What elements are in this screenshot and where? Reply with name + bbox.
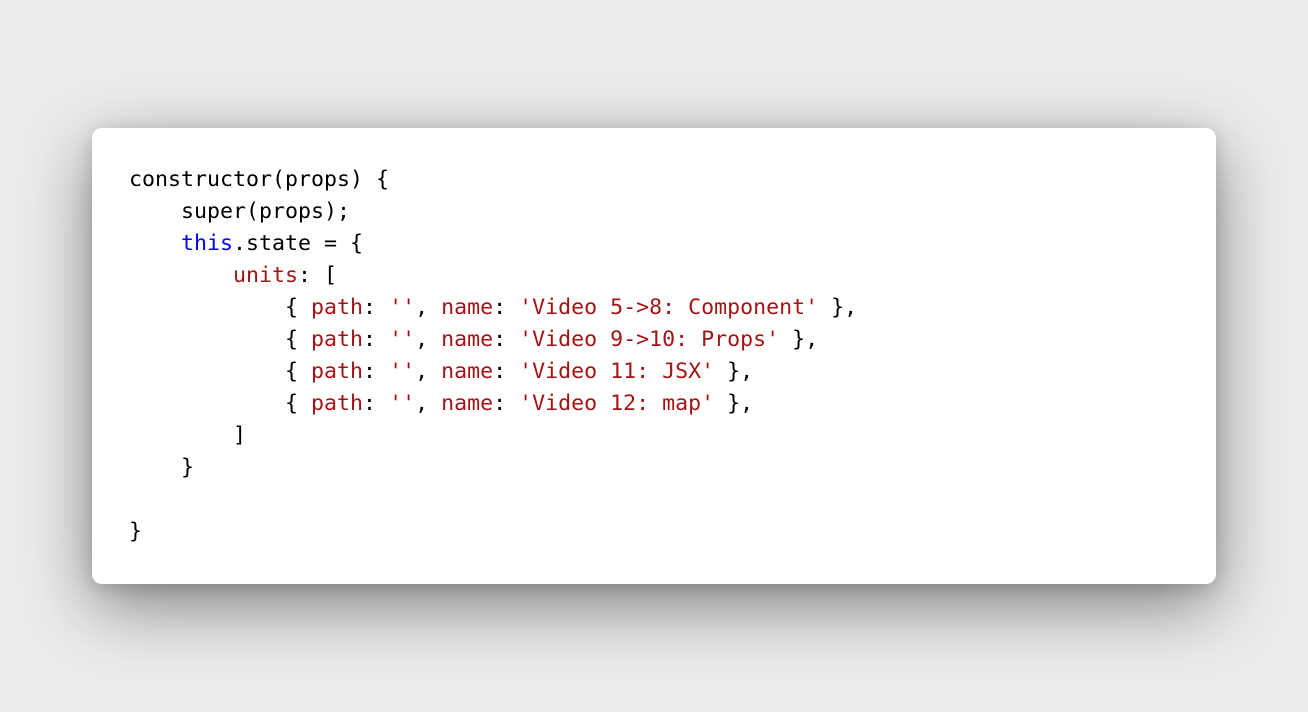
code-line: this.state = { [129,228,857,260]
code-token-plain: { [285,327,312,352]
code-token-plain: : [493,327,520,352]
code-line: } [129,516,857,548]
code-token-str: 'Video 11: JSX' [519,359,715,384]
code-token-str: '' [389,359,416,384]
code-line: units: [ [129,260,857,292]
code-token-plain: { [285,295,312,320]
code-token-str: 'Video 12: map' [519,391,715,416]
code-token-plain: , [415,359,442,384]
code-token-plain: }, [714,359,754,384]
code-token-prop: path [311,295,364,320]
code-token-plain: } [181,455,195,480]
code-token-plain: } [129,519,143,544]
code-token-str: 'Video 9->10: Props' [519,327,780,352]
code-token-prop: path [311,359,364,384]
code-token-plain: : [493,359,520,384]
code-token-prop: units [233,263,299,288]
code-line: { path: '', name: 'Video 9->10: Props' }… [129,324,857,356]
code-line: ] [129,420,857,452]
code-token-kw: this [181,231,234,256]
code-token-plain: : [493,391,520,416]
code-token-str: '' [389,295,416,320]
code-line: super(props); [129,196,857,228]
code-token-str: '' [389,391,416,416]
code-token-prop: name [441,359,494,384]
code-token-plain: , [415,391,442,416]
code-token-plain: : [363,295,390,320]
code-token-plain: , [415,295,442,320]
code-token-plain: : [ [298,263,338,288]
code-token-plain: : [363,359,390,384]
code-line: { path: '', name: 'Video 5->8: Component… [129,292,857,324]
code-token-plain: constructor(props) { [129,167,390,192]
code-token-plain: { [285,391,312,416]
code-token-plain: }, [779,327,819,352]
code-token-plain: : [363,391,390,416]
code-token-str: '' [389,327,416,352]
code-block: constructor(props) { super(props); this.… [129,164,857,548]
code-token-plain: ] [233,423,247,448]
code-line: } [129,452,857,484]
code-token-plain: : [363,327,390,352]
code-line: { path: '', name: 'Video 11: JSX' }, [129,356,857,388]
code-token-plain: .state = { [233,231,364,256]
code-token-plain: }, [714,391,754,416]
code-line: constructor(props) { [129,164,857,196]
code-token-prop: name [441,327,494,352]
code-token-prop: path [311,327,364,352]
code-token-plain: }, [818,295,858,320]
code-token-plain: , [415,327,442,352]
code-token-prop: name [441,295,494,320]
code-line: { path: '', name: 'Video 12: map' }, [129,388,857,420]
code-token-plain: : [493,295,520,320]
code-token-prop: path [311,391,364,416]
code-token-plain: { [285,359,312,384]
code-token-prop: name [441,391,494,416]
code-token-plain: super(props); [181,199,351,224]
code-token-str: 'Video 5->8: Component' [519,295,819,320]
